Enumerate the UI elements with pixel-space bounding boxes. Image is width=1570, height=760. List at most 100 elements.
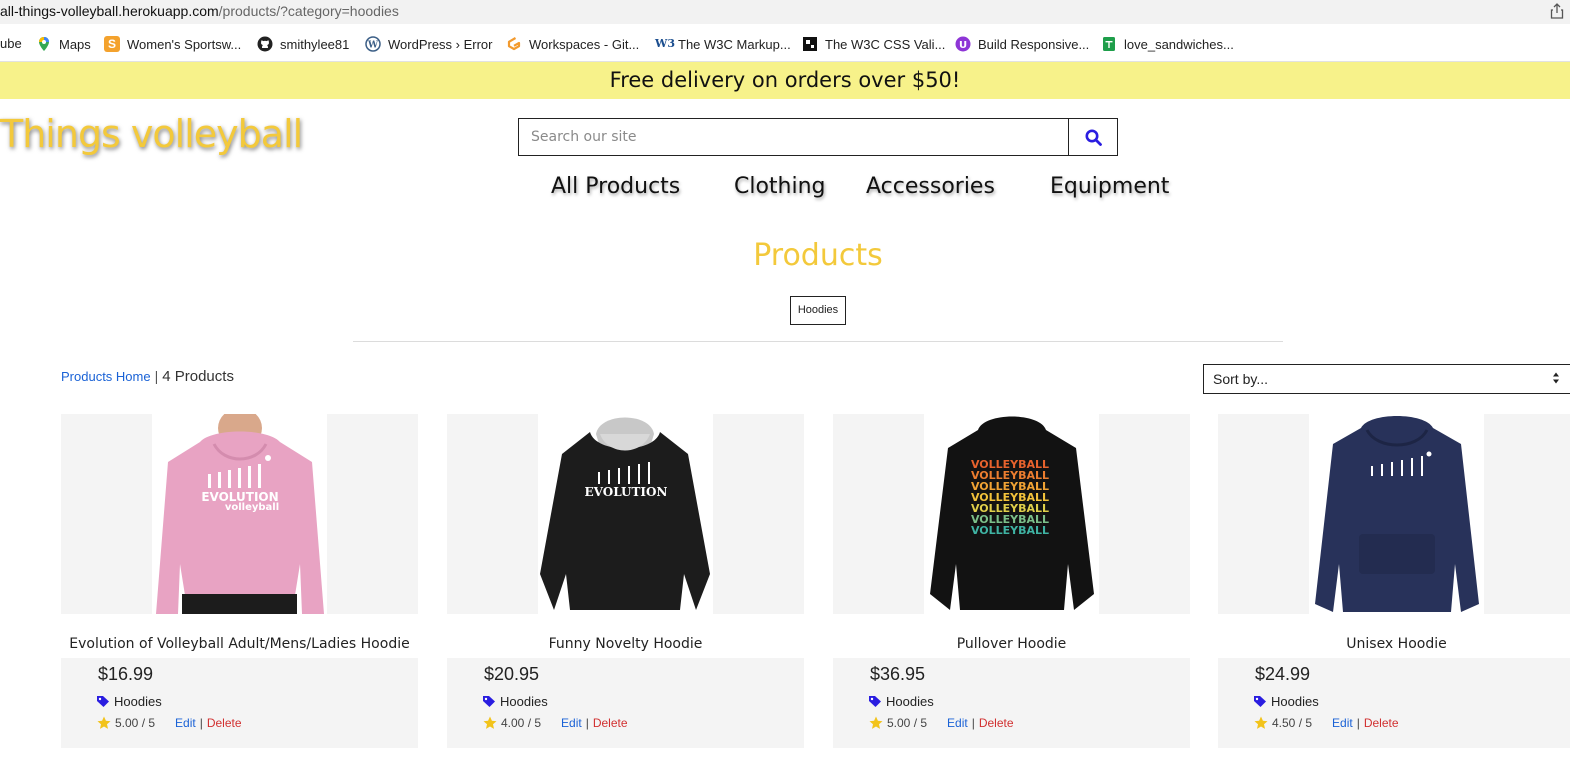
share-icon[interactable] — [1550, 3, 1564, 19]
rating-value: 5.00 / 5 — [115, 716, 156, 730]
sheets-icon — [1103, 37, 1115, 51]
delete-link[interactable]: Delete — [207, 716, 242, 730]
nav-equipment[interactable]: Equipment — [1050, 174, 1169, 199]
product-category-link[interactable]: Hoodies — [482, 694, 548, 709]
product-image[interactable]: EVOLUTION — [447, 414, 804, 614]
w3c-css-icon — [803, 37, 817, 51]
bookmark-label: Maps — [59, 36, 91, 52]
product-image[interactable]: VOLLEYBALL VOLLEYBALL VOLLEYBALL VOLLEYB… — [833, 414, 1190, 614]
product-category-link[interactable]: Hoodies — [96, 694, 162, 709]
rating-value: 4.00 / 5 — [501, 716, 542, 730]
bookmark-womens-sportswear[interactable]: S Women's Sportsw... — [104, 36, 241, 52]
bookmark-label: The W3C Markup... — [678, 36, 791, 52]
rating-value: 5.00 / 5 — [887, 716, 928, 730]
gitpod-icon — [507, 37, 521, 51]
bookmark-github[interactable]: smithylee81 — [257, 36, 349, 52]
product-rating: 4.50 / 5 Edit | Delete — [1254, 716, 1399, 730]
product-price: $24.99 — [1255, 664, 1311, 684]
product-rating: 5.00 / 5 Edit | Delete — [869, 716, 1014, 730]
svg-text:VOLLEYBALL: VOLLEYBALL — [971, 524, 1049, 537]
nav-clothing[interactable]: Clothing — [734, 174, 826, 199]
nav-accessories[interactable]: Accessories — [866, 174, 995, 199]
bookmark-label: smithylee81 — [280, 36, 350, 52]
product-image[interactable] — [1218, 414, 1570, 614]
product-card[interactable]: EVOLUTION volleyball Evolution of Volley… — [61, 414, 418, 748]
star-icon — [483, 716, 497, 729]
star-icon — [1254, 716, 1268, 729]
breadcrumb: Products Home | 4 Products — [61, 368, 234, 385]
action-separator: | — [1356, 716, 1360, 730]
delete-link[interactable]: Delete — [593, 716, 628, 730]
svg-text:W: W — [367, 41, 379, 51]
product-category-link[interactable]: Hoodies — [868, 694, 934, 709]
product-price: $16.99 — [98, 664, 154, 684]
bookmark-youtube[interactable]: ube — [0, 36, 22, 51]
edit-link[interactable]: Edit — [1332, 716, 1353, 730]
bookmark-build-responsive[interactable]: U Build Responsive... — [955, 36, 1089, 52]
product-price: $20.95 — [484, 664, 540, 684]
navy-hoodie-image — [1309, 414, 1484, 614]
product-name[interactable]: Funny Novelty Hoodie — [447, 636, 804, 652]
product-card[interactable]: VOLLEYBALL VOLLEYBALL VOLLEYBALL VOLLEYB… — [833, 414, 1190, 748]
svg-text:EVOLUTION: EVOLUTION — [585, 485, 668, 499]
product-category: Hoodies — [114, 694, 162, 709]
sort-select[interactable]: Sort by... — [1203, 364, 1570, 394]
product-category-link[interactable]: Hoodies — [1253, 694, 1319, 709]
bookmark-label: Women's Sportsw... — [127, 36, 242, 52]
category-badge[interactable]: Hoodies — [790, 296, 846, 325]
bookmark-maps[interactable]: Maps — [36, 36, 91, 52]
star-icon — [869, 716, 883, 729]
tag-icon — [869, 696, 881, 707]
product-image[interactable]: EVOLUTION volleyball — [61, 414, 418, 614]
address-bar[interactable]: all-things-volleyball.herokuapp.com/prod… — [0, 0, 1570, 24]
star-icon — [97, 716, 111, 729]
product-name[interactable]: Pullover Hoodie — [833, 636, 1190, 652]
product-name[interactable]: Evolution of Volleyball Adult/Mens/Ladie… — [61, 636, 418, 652]
breadcrumb-separator: | — [154, 368, 159, 384]
bookmark-label: love_sandwiches... — [1124, 36, 1234, 52]
product-category: Hoodies — [886, 694, 934, 709]
svg-text:volleyball: volleyball — [225, 502, 279, 513]
sort-selected-value: Sort by... — [1213, 371, 1268, 387]
bookmarks-bar: ube Maps S Women's Sportsw... smithylee8… — [0, 24, 1570, 62]
tag-icon — [97, 696, 109, 707]
edit-link[interactable]: Edit — [175, 716, 196, 730]
bookmark-gitpod[interactable]: Workspaces - Git... — [506, 36, 639, 52]
nav-all-products[interactable]: All Products — [551, 174, 680, 199]
delete-link[interactable]: Delete — [979, 716, 1014, 730]
search-button[interactable] — [1068, 119, 1117, 155]
product-count: 4 Products — [162, 368, 234, 385]
edit-link[interactable]: Edit — [561, 716, 582, 730]
retro-volleyball-hoodie-image: VOLLEYBALL VOLLEYBALL VOLLEYBALL VOLLEYB… — [924, 414, 1099, 614]
select-arrows-icon — [1553, 372, 1559, 384]
product-info: $24.99 Hoodies 4.50 / 5 Edit | Delete — [1218, 658, 1570, 748]
bookmark-love-sandwiches[interactable]: love_sandwiches... — [1101, 36, 1234, 52]
page-title: Products — [753, 238, 883, 273]
section-divider — [353, 341, 1283, 342]
sportswear-s-icon: S — [104, 36, 120, 52]
product-name[interactable]: Unisex Hoodie — [1218, 636, 1570, 652]
url-text[interactable]: all-things-volleyball.herokuapp.com/prod… — [0, 3, 399, 19]
bookmark-label: Build Responsive... — [978, 36, 1090, 52]
product-card[interactable]: Unisex Hoodie $24.99 Hoodies 4.50 / 5 Ed… — [1218, 414, 1570, 748]
bookmark-label: Workspaces - Git... — [529, 36, 640, 52]
search-form — [518, 118, 1118, 156]
tag-icon — [483, 696, 495, 707]
edit-link[interactable]: Edit — [947, 716, 968, 730]
search-icon — [1085, 129, 1102, 146]
pink-hoodie-image: EVOLUTION volleyball — [152, 414, 327, 614]
bookmark-w3c-css[interactable]: The W3C CSS Vali... — [802, 36, 945, 52]
free-delivery-banner: Free delivery on orders over $50! — [0, 62, 1570, 99]
products-home-link[interactable]: Products Home — [61, 369, 151, 384]
svg-text:U: U — [959, 40, 967, 51]
rating-value: 4.50 / 5 — [1272, 716, 1313, 730]
search-input[interactable] — [519, 119, 1068, 155]
action-separator: | — [585, 716, 589, 730]
bookmark-w3c-markup[interactable]: W3 The W3C Markup... — [655, 36, 791, 52]
bookmark-label: WordPress › Error — [388, 36, 493, 52]
site-logo[interactable]: Things volleyball — [0, 112, 303, 156]
product-card[interactable]: EVOLUTION Funny Novelty Hoodie $20.95 Ho… — [447, 414, 804, 748]
product-rating: 5.00 / 5 Edit | Delete — [97, 716, 242, 730]
bookmark-wordpress[interactable]: W WordPress › Error — [365, 36, 493, 52]
delete-link[interactable]: Delete — [1364, 716, 1399, 730]
